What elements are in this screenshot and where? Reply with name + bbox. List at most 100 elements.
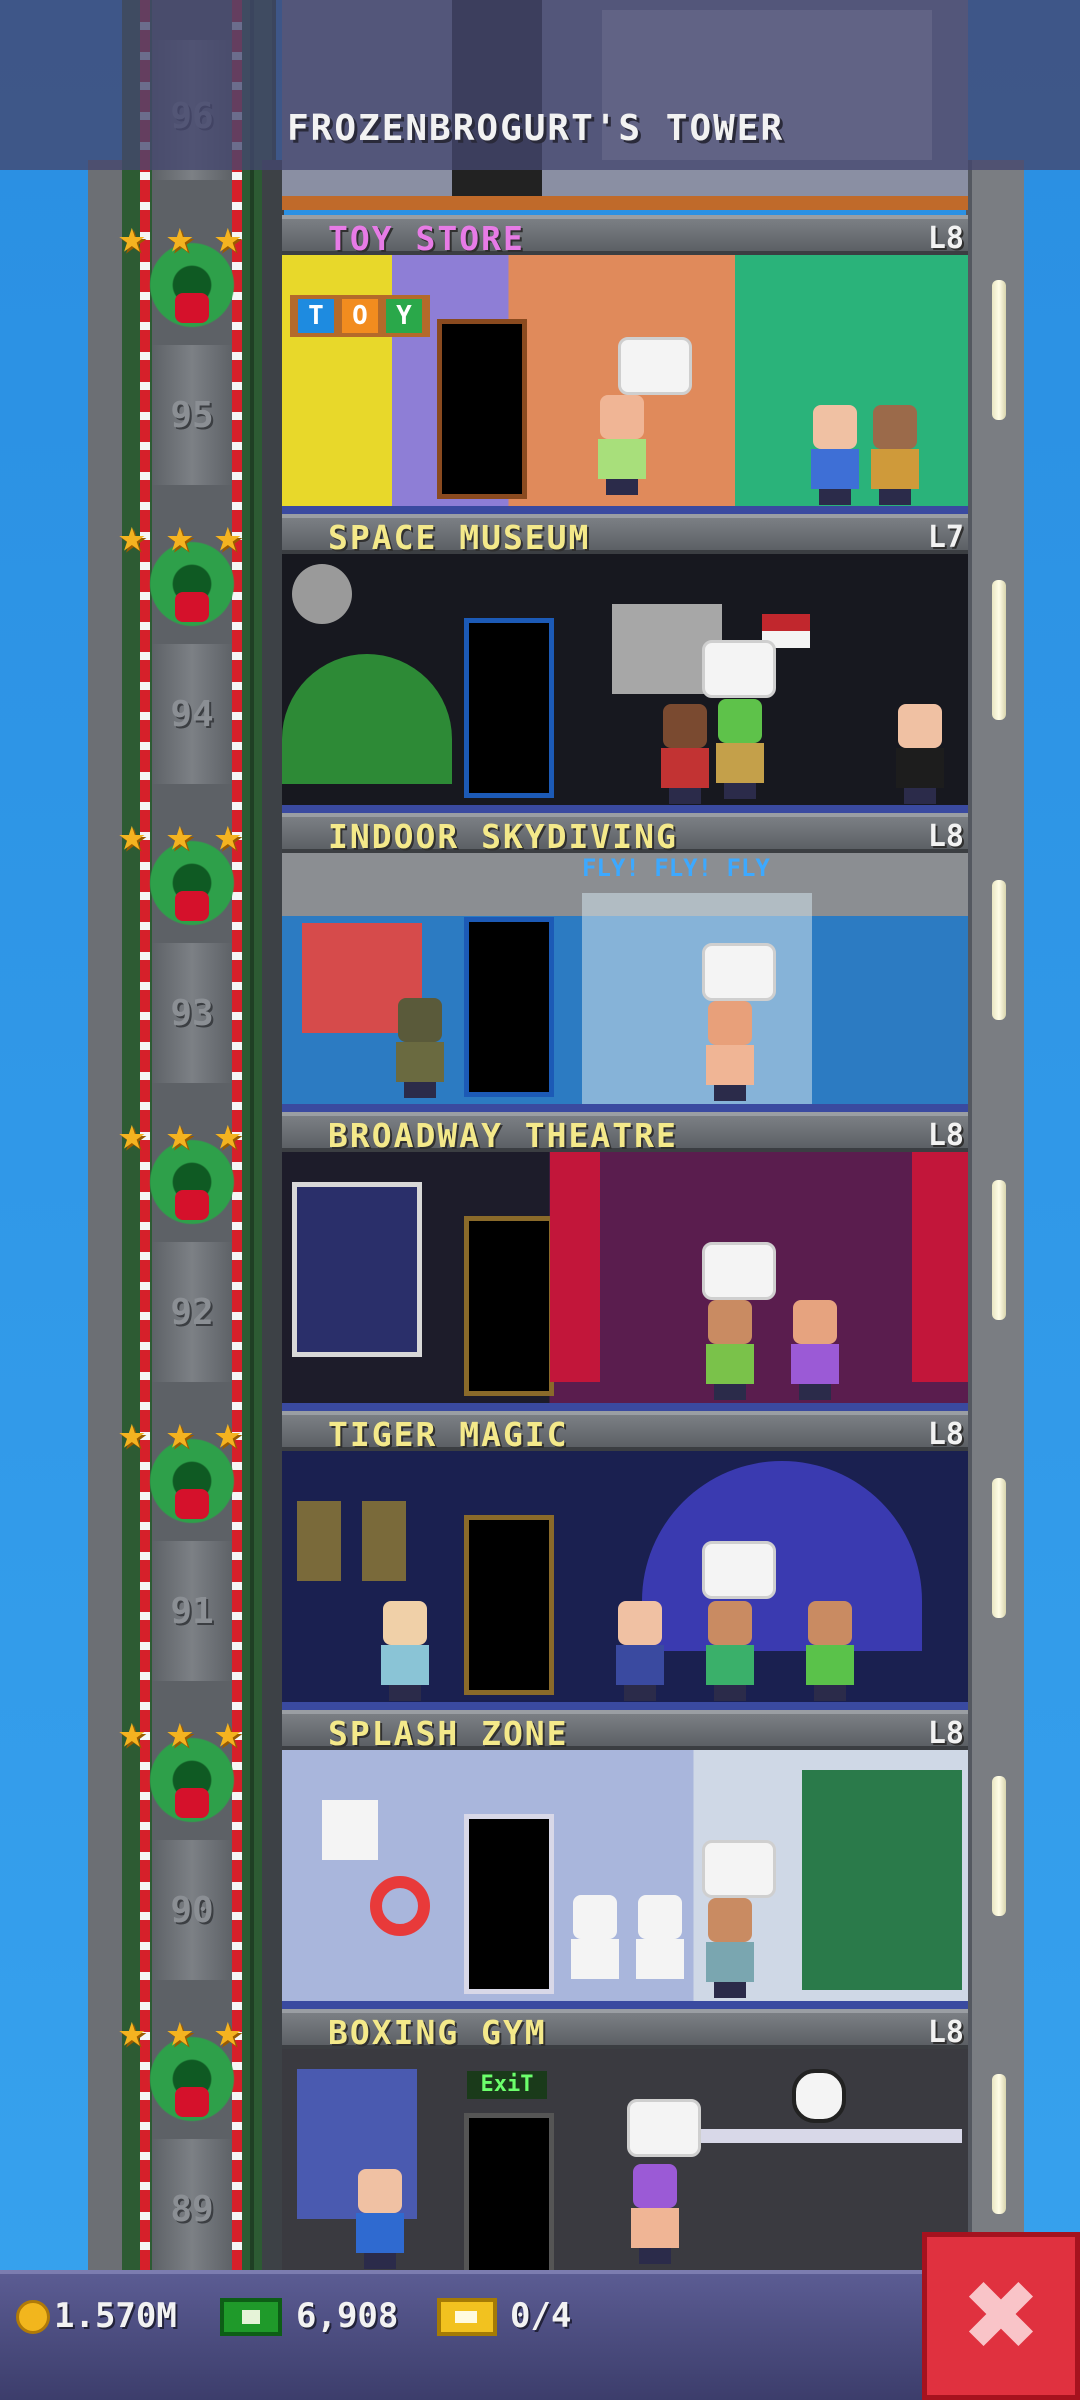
bitizen[interactable] — [392, 998, 448, 1098]
star-icon: ★ — [214, 209, 242, 263]
bitizen[interactable] — [702, 1001, 758, 1101]
bitizen-speech-bubble[interactable] — [618, 337, 692, 395]
bitizen-speech-bubble[interactable] — [702, 1840, 776, 1898]
wreath-bow-icon — [175, 2087, 209, 2117]
star-icon: ★ — [166, 1405, 194, 1459]
bitizen[interactable] — [712, 699, 768, 799]
tower-bux-value[interactable]: 6,908 — [296, 2294, 398, 2338]
bitizen[interactable] — [787, 1300, 843, 1400]
floor-level: L8 — [927, 221, 964, 256]
window-light — [992, 880, 1006, 1020]
bitizen-speech-bubble[interactable] — [702, 1242, 776, 1300]
floor-number-91: 91 — [170, 1591, 214, 1632]
bitizen[interactable] — [892, 704, 948, 804]
bitizen[interactable] — [802, 1601, 858, 1701]
floor-door — [464, 1515, 554, 1695]
floor-door — [464, 618, 554, 798]
bitizen[interactable] — [702, 1300, 758, 1400]
floor-base — [282, 506, 968, 514]
floor-space-museum[interactable]: SPACE MUSEUM L7 — [282, 514, 968, 813]
floor-broadway-theatre[interactable]: BROADWAY THEATRE L8 — [282, 1112, 968, 1411]
bitizen[interactable] — [702, 1601, 758, 1701]
bitizen[interactable] — [627, 2164, 683, 2264]
floor-header: SPACE MUSEUM L7 — [282, 514, 968, 557]
floor-door — [464, 917, 554, 1097]
floor-toy-store[interactable]: TOY STORE L8 T O Y — [282, 215, 968, 514]
tower-title: FROZENBROGURT'S TOWER — [287, 108, 785, 149]
window-light — [992, 280, 1006, 420]
wreath-bow-icon — [175, 1190, 209, 1220]
floor-base — [282, 1702, 968, 1710]
planet-exhibit — [282, 654, 452, 784]
floor-level: L8 — [927, 1118, 964, 1153]
floor-header: BROADWAY THEATRE L8 — [282, 1112, 968, 1155]
floor-base — [282, 1104, 968, 1112]
star-icon: ★ — [166, 209, 194, 263]
bitizen[interactable] — [352, 2169, 408, 2269]
floor-number-92: 92 — [170, 1292, 214, 1333]
star-icon: ★ — [214, 807, 242, 861]
star-icon: ★ — [214, 1405, 242, 1459]
bitizen[interactable] — [807, 405, 863, 505]
vip-ticket-icon[interactable] — [437, 2298, 497, 2336]
bitizen-speech-bubble[interactable] — [702, 943, 776, 1001]
bitizen[interactable] — [612, 1601, 668, 1701]
star-icon: ★ — [214, 2003, 242, 2057]
star-icon: ★ — [118, 807, 146, 861]
exit-sign: ExiT — [467, 2071, 547, 2099]
bitizen-speech-bubble[interactable] — [627, 2099, 701, 2157]
floor-header: INDOOR SKYDIVING L8 — [282, 813, 968, 856]
wind-tunnel — [582, 893, 812, 1105]
window-light — [992, 1478, 1006, 1618]
bitizen[interactable] — [377, 1601, 433, 1701]
close-icon: ✖ — [960, 2260, 1042, 2372]
floor-number-93: 93 — [170, 993, 214, 1034]
floor-indoor-skydiving[interactable]: INDOOR SKYDIVING L8 FLY! FLY! FLY — [282, 813, 968, 1112]
bitizen[interactable] — [702, 1898, 758, 1998]
floor-base — [282, 1403, 968, 1411]
bitizen[interactable] — [594, 395, 650, 495]
bitizen-ghost[interactable] — [567, 1895, 623, 1995]
floor-header: BOXING GYM L8 — [282, 2009, 968, 2052]
floor-splash-zone[interactable]: SPLASH ZONE L8 — [282, 1710, 968, 2009]
bitizen[interactable] — [657, 704, 713, 804]
floor-tiger-magic[interactable]: TIGER MAGIC L8 — [282, 1411, 968, 1710]
star-icon: ★ — [214, 1704, 242, 1758]
magic-stage — [642, 1461, 922, 1651]
star-icon: ★ — [166, 1106, 194, 1160]
floor-level: L8 — [927, 819, 964, 854]
floor-name: SPLASH ZONE — [328, 1714, 569, 1753]
wreath-bow-icon — [175, 293, 209, 323]
tower-bux-icon[interactable] — [220, 2298, 282, 2336]
window-light — [992, 1180, 1006, 1320]
floor-level: L8 — [927, 1417, 964, 1452]
coins-value: 1.570M — [54, 2296, 177, 2336]
floor-door — [464, 2113, 554, 2293]
bitizen-speech-bubble[interactable] — [702, 640, 776, 698]
star-icon: ★ — [118, 1704, 146, 1758]
floor-96-base — [282, 196, 968, 210]
floor-level: L8 — [927, 1716, 964, 1751]
window-light — [992, 580, 1006, 720]
tower-column — [262, 160, 284, 2270]
floor-boxing-gym[interactable]: BOXING GYM L8 ExiT — [282, 2009, 968, 2308]
close-button[interactable]: ✖ — [922, 2232, 1080, 2400]
floor-room — [282, 554, 968, 806]
life-ring — [370, 1876, 430, 1936]
floor-number-89: 89 — [170, 2189, 214, 2230]
tower-left-wall — [88, 160, 126, 2270]
bitizen[interactable] — [867, 405, 923, 505]
star-icon: ★ — [166, 508, 194, 562]
bitizen-ghost[interactable] — [632, 1895, 688, 1995]
tickets-value[interactable]: 0/4 — [510, 2294, 571, 2338]
floor-base — [282, 2001, 968, 2009]
star-icon: ★ — [166, 2003, 194, 2057]
floor-room — [282, 1750, 968, 2002]
game-screen: 96 TOY STORE L8 T O Y SPACE MUSEUM L7 — [0, 0, 1080, 2400]
bitizen-speech-bubble[interactable] — [702, 1541, 776, 1599]
wreath-bow-icon — [175, 891, 209, 921]
theatre-poster — [292, 1182, 422, 1357]
floor-door — [437, 319, 527, 499]
star-icon: ★ — [118, 209, 146, 263]
skydiving-sign: FLY! FLY! FLY — [582, 854, 770, 882]
